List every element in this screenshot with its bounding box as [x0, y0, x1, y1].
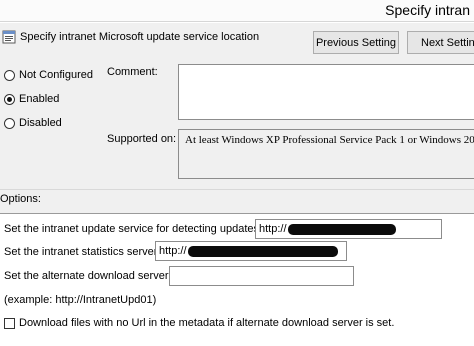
statistics-server-label: Set the intranet statistics server:	[4, 246, 161, 258]
comment-label: Comment:	[107, 66, 158, 78]
section-divider	[0, 189, 474, 190]
options-label: Options:	[0, 193, 41, 205]
title-bar: Specify intran	[0, 0, 474, 22]
policy-setting-icon	[2, 30, 16, 44]
statistics-server-input[interactable]: http://	[155, 241, 347, 261]
previous-setting-button[interactable]: Previous Setting	[313, 31, 399, 54]
radio-label: Disabled	[19, 117, 62, 129]
radio-label: Not Configured	[19, 69, 93, 81]
no-url-checkbox[interactable]	[4, 318, 15, 329]
alternate-server-input[interactable]	[169, 266, 354, 286]
window-title: Specify intran	[385, 2, 470, 18]
supported-on-label: Supported on:	[107, 133, 177, 145]
radio-circle[interactable]	[4, 69, 15, 81]
example-text: (example: http://IntranetUpd01)	[4, 294, 157, 306]
comment-textarea[interactable]	[178, 64, 474, 120]
alternate-server-label: Set the alternate download server:	[4, 270, 172, 282]
update-service-value: http://	[259, 223, 287, 235]
radio-circle[interactable]	[4, 93, 15, 105]
title-separator	[0, 22, 474, 23]
options-panel: Set the intranet update service for dete…	[0, 213, 474, 346]
supported-on-value: At least Windows XP Professional Service…	[178, 129, 474, 179]
redaction-mark	[187, 245, 338, 257]
radio-circle[interactable]	[4, 117, 15, 129]
radio-disabled[interactable]: Disabled	[4, 117, 62, 129]
radio-label: Enabled	[19, 93, 60, 105]
no-url-checkbox-label: Download files with no Url in the metada…	[19, 317, 395, 329]
update-service-label: Set the intranet update service for dete…	[4, 223, 263, 235]
next-setting-button[interactable]: Next Setting	[407, 31, 474, 54]
statistics-server-value: http://	[159, 245, 187, 257]
redaction-mark	[287, 223, 396, 235]
update-service-input[interactable]: http://	[255, 219, 442, 239]
radio-enabled[interactable]: Enabled	[4, 93, 59, 105]
radio-not-configured[interactable]: Not Configured	[4, 69, 93, 81]
policy-name: Specify intranet Microsoft update servic…	[20, 31, 260, 43]
